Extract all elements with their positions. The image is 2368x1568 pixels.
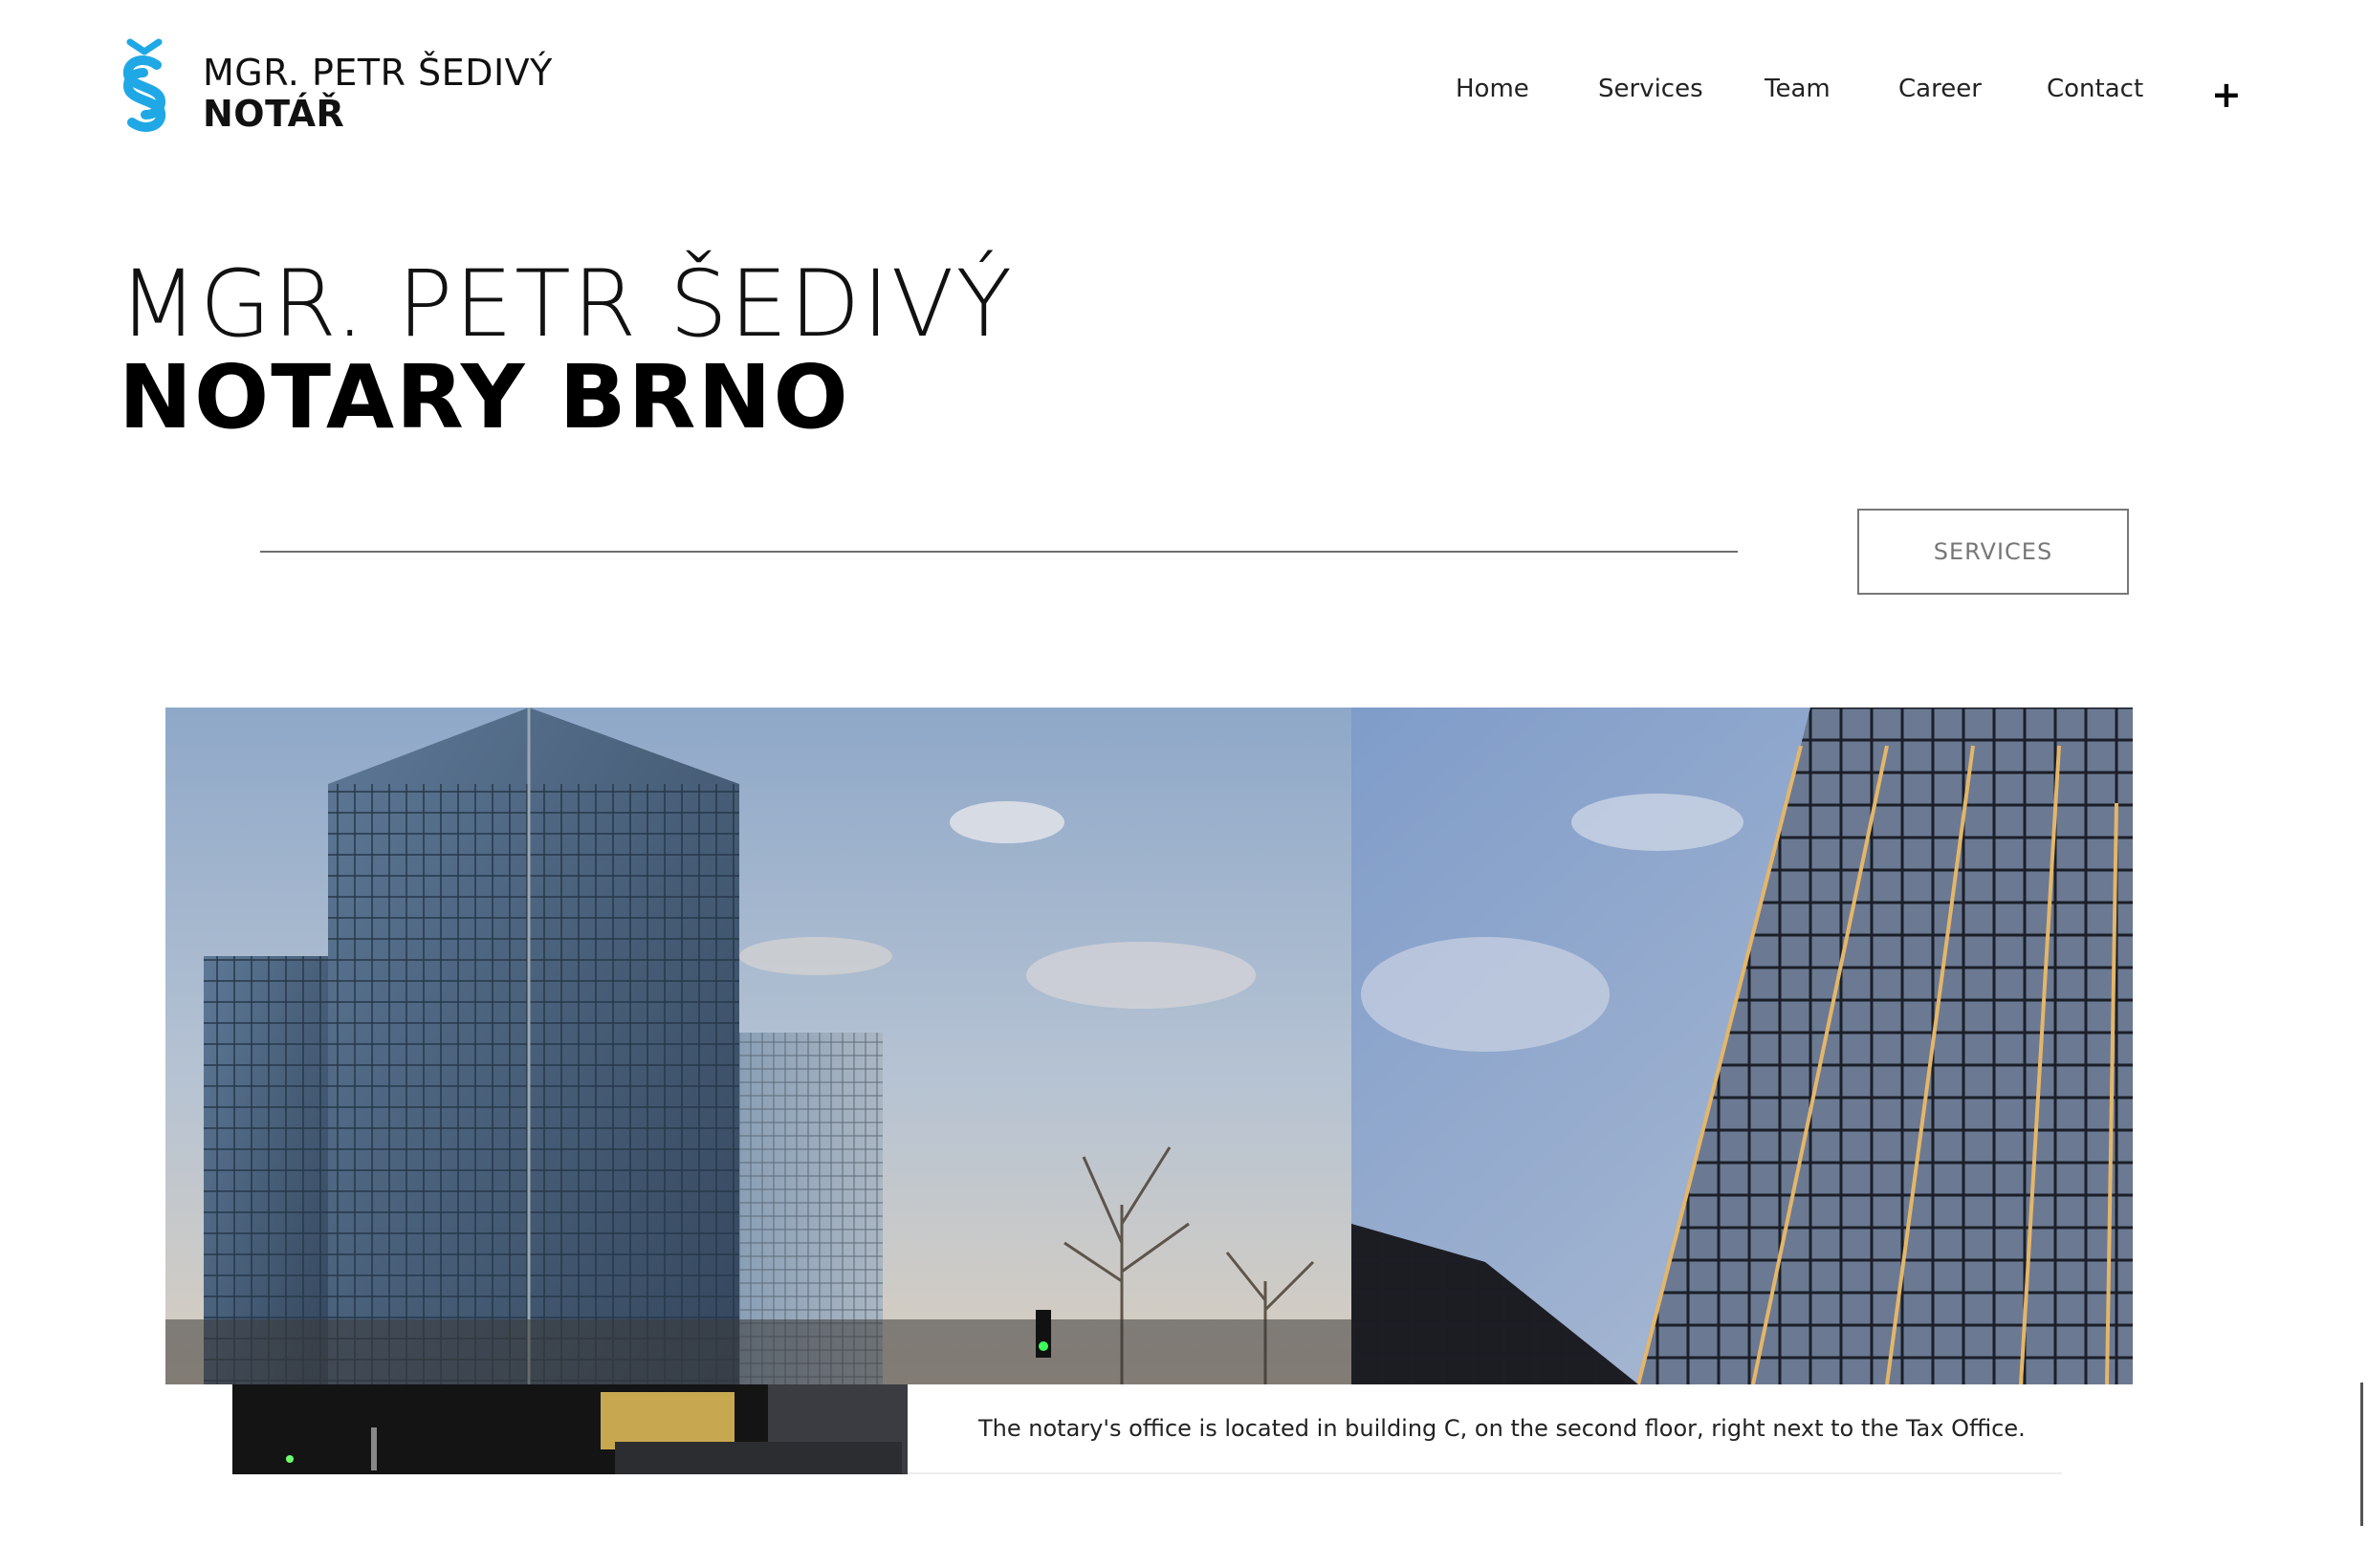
- main-nav: Home Services Team Career Contact: [1435, 75, 2295, 113]
- logo-name: MGR. PETR ŠEDIVÝ: [203, 52, 553, 95]
- hero-title-main: NOTARY BRNO: [119, 346, 850, 448]
- section-sign-logo-icon: [122, 38, 166, 132]
- menu-plus-button[interactable]: +: [2211, 76, 2242, 113]
- nav-contact[interactable]: Contact: [2047, 75, 2143, 103]
- site-logo[interactable]: MGR. PETR ŠEDIVÝ NOTÁŘ: [119, 38, 553, 149]
- divider-line: [260, 551, 1738, 553]
- hero-title-name: MGR. PETR ŠEDIVÝ: [119, 250, 1015, 358]
- location-caption: The notary's office is located in buildi…: [978, 1415, 2026, 1442]
- location-caption-box: The notary's office is located in buildi…: [908, 1384, 2062, 1474]
- page-scrollbar[interactable]: [2360, 1383, 2363, 1526]
- nav-services[interactable]: Services: [1598, 75, 1703, 103]
- nav-home[interactable]: Home: [1456, 75, 1529, 103]
- services-button[interactable]: SERVICES: [1857, 509, 2129, 595]
- tower-facade-photo: [1351, 708, 2133, 1384]
- nav-team[interactable]: Team: [1765, 75, 1831, 103]
- logo-subtitle: NOTÁŘ: [203, 93, 345, 135]
- nav-career[interactable]: Career: [1898, 75, 1982, 103]
- street-night-photo: [232, 1384, 908, 1474]
- office-buildings-photo: [165, 708, 1351, 1384]
